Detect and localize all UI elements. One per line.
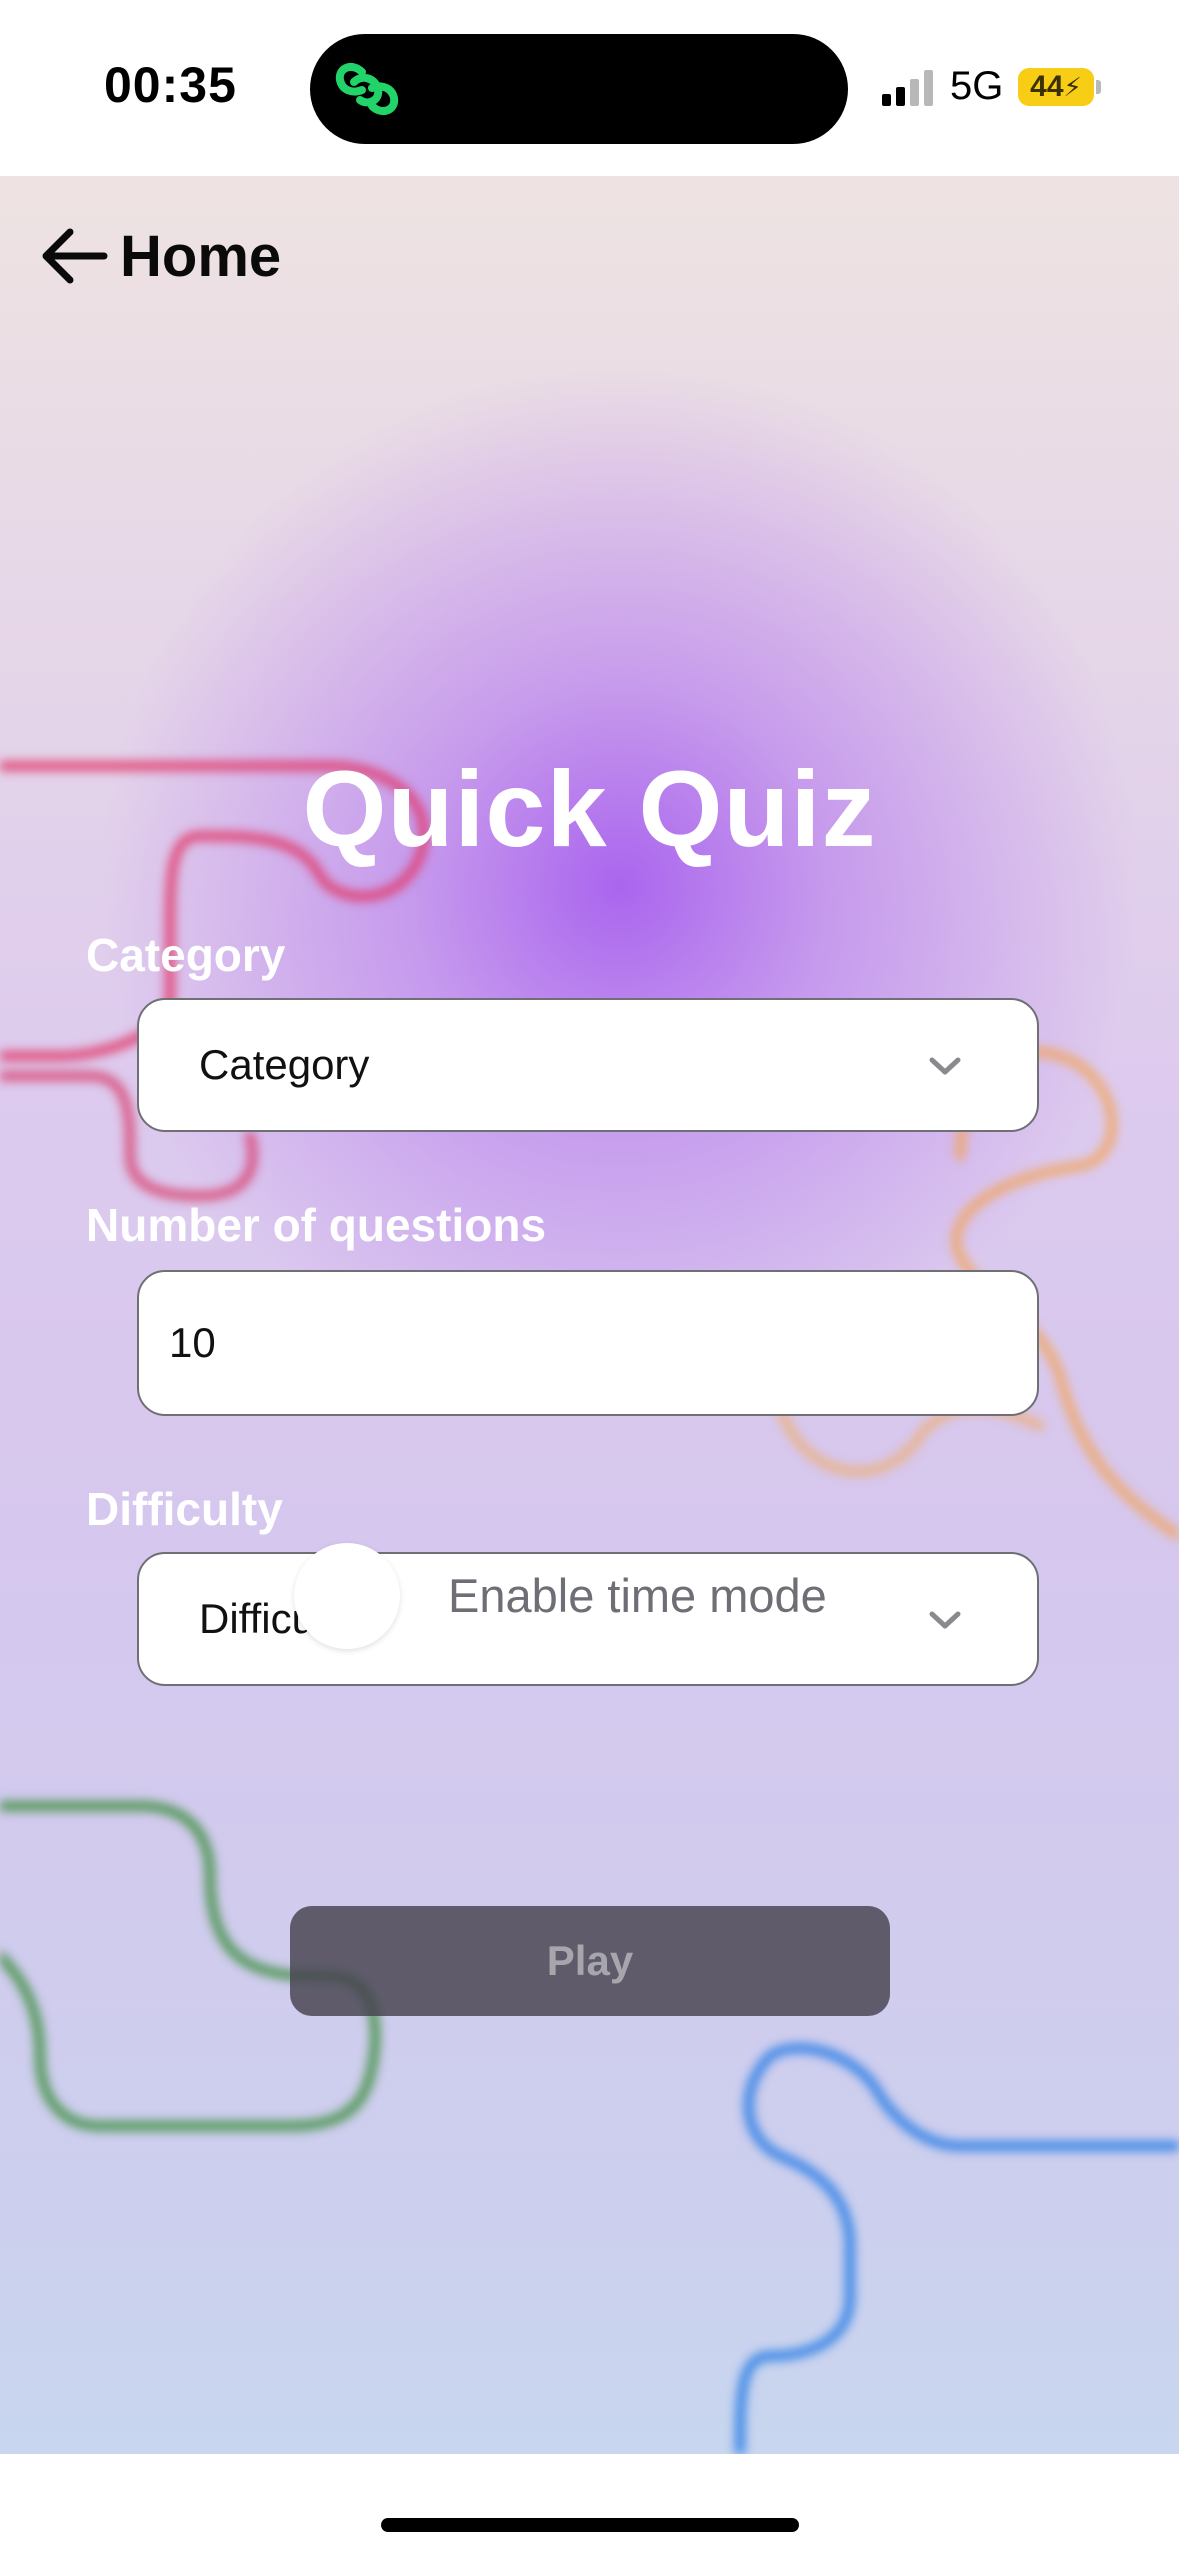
arrow-left-icon	[42, 228, 108, 284]
battery-level: 44	[1030, 70, 1064, 103]
battery-cap	[1096, 80, 1101, 94]
home-indicator[interactable]	[381, 2518, 799, 2532]
category-label: Category	[86, 929, 286, 981]
time-mode-label: Enable time mode	[448, 1569, 827, 1622]
charging-bolt-icon: ⚡	[1063, 71, 1082, 102]
bottom-bar	[0, 2454, 1179, 2556]
num-questions-value: 10	[169, 1319, 216, 1366]
app-content: Home Quick Quiz Category Category Number…	[0, 176, 1179, 2454]
quiz-setup-screen: 00:35 5G 44 ⚡ Home Quick Quiz Category C…	[0, 0, 1179, 2556]
cellular-signal-icon	[882, 70, 933, 106]
chevron-down-icon	[929, 1057, 961, 1075]
page-title: Quick Quiz	[302, 748, 877, 869]
status-bar: 00:35 5G 44 ⚡	[0, 0, 1179, 176]
battery-indicator: 44 ⚡	[1018, 68, 1094, 106]
category-selected-value: Category	[199, 1041, 370, 1088]
category-select[interactable]: Category	[137, 998, 1039, 1132]
play-button[interactable]: Play	[290, 1906, 890, 2016]
link-chain-icon	[335, 62, 399, 116]
back-home-link[interactable]: Home	[38, 216, 281, 296]
status-time: 00:35	[104, 57, 237, 113]
difficulty-label: Difficulty	[86, 1483, 283, 1535]
num-questions-label: Number of questions	[86, 1199, 547, 1251]
back-label: Home	[120, 223, 282, 289]
chevron-down-icon	[929, 1611, 961, 1629]
blue-squiggle	[735, 2043, 1179, 2454]
num-questions-input[interactable]: 10	[137, 1270, 1039, 1416]
network-type: 5G	[950, 64, 1004, 108]
dynamic-island	[310, 34, 848, 144]
time-mode-toggle[interactable]	[294, 1543, 400, 1649]
